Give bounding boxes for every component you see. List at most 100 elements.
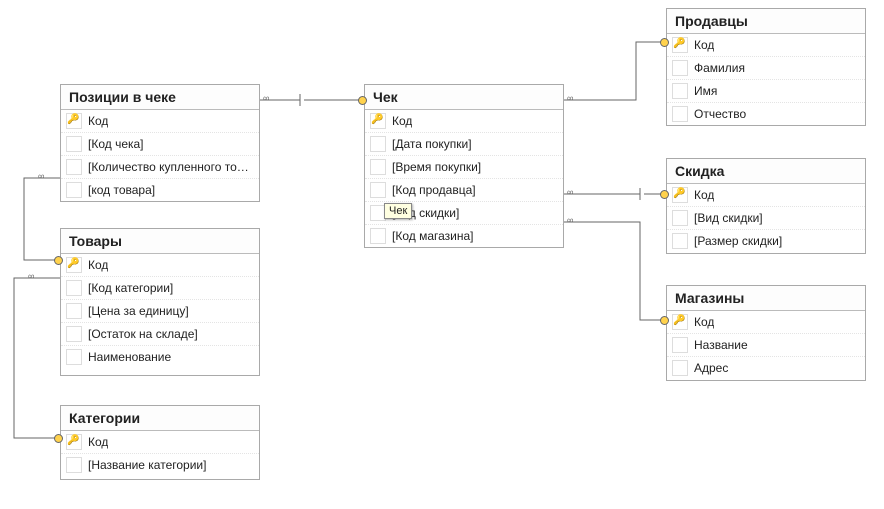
field-row[interactable]: [Название категории] <box>61 454 259 476</box>
field-label: Код <box>694 188 714 202</box>
field-label: [Количество купленного това... <box>88 160 254 174</box>
field-label: [Код чека] <box>88 137 144 151</box>
field-row[interactable]: [Код чека] <box>61 133 259 156</box>
field-row[interactable]: [Код категории] <box>61 277 259 300</box>
table-receipt[interactable]: ЧекКод[Дата покупки][Время покупки][Код … <box>364 84 564 248</box>
table-title[interactable]: Магазины <box>667 286 865 311</box>
diagram-canvas[interactable]: Позиции в чеке Код [Код чека] [Количество к… <box>0 0 884 509</box>
field-row[interactable]: Адрес <box>667 357 865 379</box>
field-row[interactable]: Наименование <box>61 346 259 368</box>
field-label: [Вид скидки] <box>694 211 763 225</box>
relation-many-icon: ∞ <box>263 93 268 103</box>
table-stores[interactable]: Магазины Код Название Адрес <box>666 285 866 381</box>
field-label: Имя <box>694 84 717 98</box>
field-icon <box>672 106 688 122</box>
field-icon <box>672 360 688 376</box>
table-title[interactable]: Скидка <box>667 159 865 184</box>
primary-key-icon <box>672 37 688 53</box>
field-label: Код <box>88 114 108 128</box>
field-label: [Время покупки] <box>392 160 481 174</box>
field-icon <box>370 228 386 244</box>
relation-end-icon <box>358 96 367 105</box>
table-products[interactable]: ТоварыКод [Код категории] [Цена за единицу… <box>60 228 260 376</box>
field-row[interactable]: Код <box>61 110 259 133</box>
field-label: Код <box>694 315 714 329</box>
field-row[interactable]: Код <box>365 110 563 133</box>
table-title[interactable]: Категории <box>61 406 259 431</box>
field-label: [Размер скидки] <box>694 234 782 248</box>
field-icon <box>66 136 82 152</box>
field-icon <box>672 337 688 353</box>
field-row[interactable]: [Время покупки] <box>365 156 563 179</box>
field-row[interactable]: [Количество купленного това... <box>61 156 259 179</box>
field-label: Адрес <box>694 361 728 375</box>
field-icon <box>370 159 386 175</box>
field-label: [Цена за единицу] <box>88 304 189 318</box>
field-row[interactable]: Код <box>61 254 259 277</box>
field-label: [Название категории] <box>88 458 206 472</box>
field-icon <box>66 349 82 365</box>
field-label: Название <box>694 338 748 352</box>
primary-key-icon <box>66 113 82 129</box>
field-icon <box>672 60 688 76</box>
field-icon <box>66 159 82 175</box>
field-label: Код <box>694 38 714 52</box>
relation-many-icon: ∞ <box>28 271 33 281</box>
table-discount[interactable]: Скидка Код [Вид скидки] [Размер скидки] <box>666 158 866 254</box>
field-icon <box>66 182 82 198</box>
field-icon <box>370 182 386 198</box>
field-icon <box>66 280 82 296</box>
field-row[interactable]: [Остаток на складе] <box>61 323 259 346</box>
field-row[interactable]: Код <box>667 184 865 207</box>
table-title[interactable]: Чек <box>365 85 563 110</box>
field-label: [Код продавца] <box>392 183 476 197</box>
field-row[interactable]: [Размер скидки] <box>667 230 865 252</box>
primary-key-icon <box>66 434 82 450</box>
tooltip: Чек <box>384 203 412 219</box>
field-icon <box>370 136 386 152</box>
field-row[interactable]: [код товара] <box>61 179 259 201</box>
relation-many-icon: ∞ <box>567 187 572 197</box>
field-label: Код <box>88 435 108 449</box>
relation-many-icon: ∞ <box>567 215 572 225</box>
relation-many-icon: ∞ <box>38 171 43 181</box>
field-icon <box>66 326 82 342</box>
field-row[interactable]: [Код магазина] <box>365 225 563 247</box>
table-receipt_items[interactable]: Позиции в чеке Код [Код чека] [Количество к… <box>60 84 260 202</box>
field-icon <box>672 83 688 99</box>
field-label: [код товара] <box>88 183 155 197</box>
field-icon <box>672 233 688 249</box>
field-label: [Код категории] <box>88 281 173 295</box>
field-label: Наименование <box>88 350 171 364</box>
table-title[interactable]: Товары <box>61 229 259 254</box>
field-label: [Остаток на складе] <box>88 327 198 341</box>
field-row[interactable]: Код <box>667 311 865 334</box>
table-categories[interactable]: Категории Код [Название категории] <box>60 405 260 480</box>
relation-end-icon <box>54 434 63 443</box>
table-title[interactable]: Позиции в чеке <box>61 85 259 110</box>
primary-key-icon <box>672 314 688 330</box>
primary-key-icon <box>66 257 82 273</box>
relation-many-icon: ∞ <box>567 93 572 103</box>
field-row[interactable]: Отчество <box>667 103 865 125</box>
relation-end-icon <box>660 38 669 47</box>
field-row[interactable]: Имя <box>667 80 865 103</box>
table-sellers[interactable]: Продавцы Код Фамилия Имя Отчество <box>666 8 866 126</box>
field-row[interactable]: [Код продавца] <box>365 179 563 202</box>
field-row[interactable]: [Дата покупки] <box>365 133 563 156</box>
field-row[interactable]: Код <box>667 34 865 57</box>
table-title[interactable]: Продавцы <box>667 9 865 34</box>
field-row[interactable]: Фамилия <box>667 57 865 80</box>
field-icon <box>672 210 688 226</box>
field-row[interactable]: Название <box>667 334 865 357</box>
field-row[interactable]: [Цена за единицу] <box>61 300 259 323</box>
relation-end-icon <box>660 190 669 199</box>
relation-end-icon <box>660 316 669 325</box>
field-label: Фамилия <box>694 61 745 75</box>
field-icon <box>66 457 82 473</box>
field-row[interactable]: Код <box>61 431 259 454</box>
relation-end-icon <box>54 256 63 265</box>
primary-key-icon <box>672 187 688 203</box>
field-row[interactable]: [Вид скидки] <box>667 207 865 230</box>
field-icon <box>66 303 82 319</box>
